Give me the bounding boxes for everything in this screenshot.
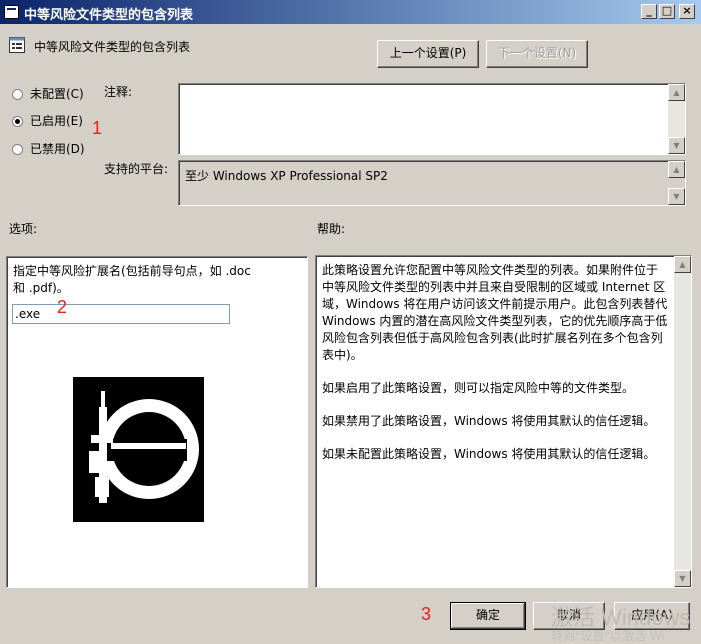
radio-label: 已启用(E) xyxy=(30,114,83,128)
title-bar: 中等风险文件类型的包含列表 _ □ × xyxy=(0,0,701,24)
close-button[interactable]: × xyxy=(679,4,695,19)
policy-name: 中等风险文件类型的包含列表 xyxy=(34,40,191,54)
help-paragraph: 此策略设置允许您配置中等风险文件类型的列表。如果附件位于中等风险文件类型的列表中… xyxy=(322,263,668,362)
platform-field: 至少 Windows XP Professional SP2 ▲ ▼ xyxy=(178,160,686,206)
platform-label: 支持的平台: xyxy=(104,162,169,176)
options-panel: 指定中等风险扩展名(包括前导句点，如 .doc 和 .pdf)。 xyxy=(6,256,308,588)
help-paragraph: 如果禁用了此策略设置，Windows 将使用其默认的信任逻辑。 xyxy=(322,414,656,428)
platform-scrollbar[interactable]: ▲ ▼ xyxy=(668,161,685,205)
window-icon xyxy=(4,5,19,19)
comment-scrollbar[interactable]: ▲ ▼ xyxy=(668,84,685,154)
radio-label: 已禁用(D) xyxy=(30,142,85,156)
radio-dot xyxy=(12,144,23,155)
minimize-button[interactable]: _ xyxy=(641,4,657,19)
scroll-up-arrow-icon[interactable]: ▲ xyxy=(674,256,691,273)
options-description: 指定中等风险扩展名(包括前导句点，如 .doc 和 .pdf)。 xyxy=(13,264,251,295)
scroll-down-arrow-icon[interactable]: ▼ xyxy=(668,188,685,205)
comment-textarea[interactable]: ▲ ▼ xyxy=(178,83,686,155)
annotation-3: 3 xyxy=(421,604,432,624)
stylized-logo-icon xyxy=(73,377,204,522)
help-paragraph: 如果启用了此策略设置，则可以指定风险中等的文件类型。 xyxy=(322,381,635,395)
platform-value: 至少 Windows XP Professional SP2 xyxy=(185,169,388,183)
next-setting-button[interactable]: 下一个设置(N) xyxy=(486,40,588,68)
help-text: 此策略设置允许您配置中等风险文件类型的列表。如果附件位于中等风险文件类型的列表中… xyxy=(322,262,669,479)
scroll-down-arrow-icon[interactable]: ▼ xyxy=(674,570,691,587)
help-label: 帮助: xyxy=(317,222,346,236)
scroll-up-arrow-icon[interactable]: ▲ xyxy=(668,84,685,101)
extension-input[interactable] xyxy=(12,304,230,324)
ok-button[interactable]: 确定 xyxy=(450,602,526,630)
radio-dot-selected xyxy=(12,116,23,127)
policy-setting-icon xyxy=(9,37,25,53)
maximize-button[interactable]: □ xyxy=(659,4,675,19)
scroll-up-arrow-icon[interactable]: ▲ xyxy=(668,161,685,178)
previous-setting-button[interactable]: 上一个设置(P) xyxy=(377,40,479,68)
comment-label: 注释: xyxy=(104,85,133,99)
help-panel: 此策略设置允许您配置中等风险文件类型的列表。如果附件位于中等风险文件类型的列表中… xyxy=(315,255,692,588)
activation-watermark-subtitle: 转到"设置"以激活 Wi xyxy=(551,629,665,643)
dialog-body: 中等风险文件类型的包含列表 上一个设置(P) 下一个设置(N) 未配置(C) 已… xyxy=(0,24,701,643)
annotation-2: 2 xyxy=(57,297,68,317)
scroll-down-arrow-icon[interactable]: ▼ xyxy=(668,137,685,154)
help-scrollbar[interactable]: ▲ ▼ xyxy=(674,256,691,587)
window-title: 中等风险文件类型的包含列表 xyxy=(24,8,194,23)
help-paragraph: 如果未配置此策略设置，Windows 将使用其默认的信任逻辑。 xyxy=(322,447,656,461)
radio-label: 未配置(C) xyxy=(30,87,84,101)
radio-dot xyxy=(12,89,23,100)
options-label: 选项: xyxy=(9,222,38,236)
annotation-1: 1 xyxy=(92,118,103,138)
